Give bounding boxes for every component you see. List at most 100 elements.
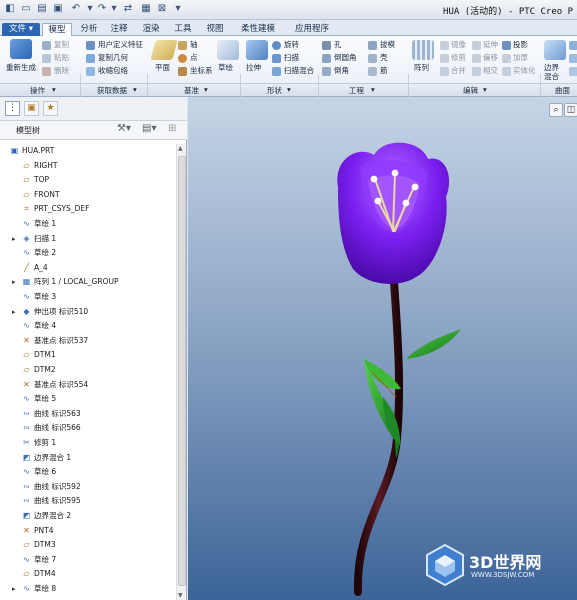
tree-item[interactable]: ∿ 草绘 4 bbox=[0, 319, 176, 333]
tree-item[interactable]: ∿ 草绘 3 bbox=[0, 290, 176, 304]
sketch-icon[interactable] bbox=[217, 40, 239, 60]
point-button[interactable]: 点 bbox=[190, 53, 198, 63]
rib-icon[interactable] bbox=[368, 67, 377, 76]
chamfer-icon[interactable] bbox=[322, 67, 331, 76]
delete-button[interactable]: 删除 bbox=[54, 66, 69, 76]
csys-icon[interactable] bbox=[178, 67, 187, 76]
surface-tool-icon[interactable] bbox=[569, 54, 577, 63]
tree-item[interactable]: ∾ 曲线 标识595 bbox=[0, 494, 176, 508]
customize-toolbar-icon[interactable]: ▾ bbox=[172, 3, 184, 15]
extrude-icon[interactable] bbox=[246, 40, 268, 60]
tab-render[interactable]: 渲染 bbox=[138, 23, 164, 36]
open-file-icon[interactable]: ▤ bbox=[36, 3, 48, 15]
windows-icon[interactable]: ▦ bbox=[140, 3, 152, 15]
shrinkwrap-button[interactable]: 收缩包络 bbox=[98, 66, 128, 76]
expand-arrow-icon[interactable]: ▸ bbox=[12, 232, 16, 246]
tree-item[interactable]: ∾ 曲线 标识563 bbox=[0, 407, 176, 421]
shell-icon[interactable] bbox=[368, 54, 377, 63]
group-get-data[interactable]: 获取数据 ▾ bbox=[81, 83, 147, 96]
axis-icon[interactable] bbox=[178, 41, 187, 50]
shell-button[interactable]: 壳 bbox=[380, 53, 388, 63]
tab-flexible-modeling[interactable]: 柔性建模 bbox=[234, 23, 282, 36]
tree-item[interactable]: ╱ A_4 bbox=[0, 261, 176, 275]
extrude-button[interactable]: 拉伸 bbox=[246, 63, 261, 73]
undo-dropdown-icon[interactable]: ▾ bbox=[84, 3, 96, 15]
boundary-blend-button[interactable]: 边界混合 bbox=[544, 63, 566, 81]
offset-button[interactable]: 偏移 bbox=[483, 53, 498, 63]
pattern-icon[interactable] bbox=[412, 40, 434, 60]
tree-item[interactable]: ▱ DTM3 bbox=[0, 538, 176, 552]
tree-item[interactable]: ▱ DTM1 bbox=[0, 348, 176, 362]
hole-button[interactable]: 孔 bbox=[334, 40, 342, 50]
filter-icon[interactable]: ⊞ bbox=[168, 123, 176, 134]
paste-icon[interactable] bbox=[42, 54, 51, 63]
scroll-down-icon[interactable]: ▼ bbox=[178, 592, 183, 599]
draft-button[interactable]: 拔模 bbox=[380, 40, 395, 50]
project-button[interactable]: 投影 bbox=[513, 40, 528, 50]
revolve-button[interactable]: 旋转 bbox=[284, 40, 299, 50]
tree-item[interactable]: ▸ ◆ 伸出项 标识510 bbox=[0, 305, 176, 319]
tree-item[interactable]: ∾ 曲线 标识566 bbox=[0, 421, 176, 435]
merge-icon[interactable] bbox=[440, 67, 449, 76]
boundary-blend-icon[interactable] bbox=[544, 40, 566, 60]
tree-item[interactable]: ▱ TOP bbox=[0, 173, 176, 187]
mirror-icon[interactable] bbox=[440, 41, 449, 50]
group-engineering[interactable]: 工程 ▾ bbox=[319, 83, 408, 96]
tree-item[interactable]: ◩ 边界混合 2 bbox=[0, 509, 176, 523]
tab-analysis[interactable]: 分析 bbox=[76, 23, 102, 36]
project-icon[interactable] bbox=[502, 41, 511, 50]
tree-item[interactable]: ▸ ∿ 草绘 8 bbox=[0, 582, 176, 596]
hole-icon[interactable] bbox=[322, 41, 331, 50]
tab-model[interactable]: 模型 bbox=[42, 23, 72, 36]
copy-icon[interactable] bbox=[42, 41, 51, 50]
tab-file[interactable]: 文件 ▾ bbox=[2, 23, 40, 36]
plane-button[interactable]: 平面 bbox=[155, 63, 170, 73]
tree-item[interactable]: ∿ 草绘 2 bbox=[0, 246, 176, 260]
app-logo-icon[interactable]: ◧ bbox=[4, 3, 16, 15]
tab-view[interactable]: 视图 bbox=[202, 23, 228, 36]
scrollbar-thumb[interactable] bbox=[178, 156, 186, 586]
tab-tools[interactable]: 工具 bbox=[170, 23, 196, 36]
copy-geometry-icon[interactable] bbox=[86, 54, 95, 63]
tree-item[interactable]: ✕ 基准点 标识537 bbox=[0, 334, 176, 348]
paste-button[interactable]: 粘贴 bbox=[54, 53, 69, 63]
regenerate-button[interactable]: 重新生成 bbox=[6, 63, 36, 73]
chamfer-button[interactable]: 倒角 bbox=[334, 66, 349, 76]
thicken-button[interactable]: 加厚 bbox=[513, 53, 528, 63]
sweep-button[interactable]: 扫描 bbox=[284, 53, 299, 63]
mirror-button[interactable]: 镜像 bbox=[451, 40, 466, 50]
pattern-button[interactable]: 阵列 bbox=[414, 63, 429, 73]
round-icon[interactable] bbox=[322, 54, 331, 63]
surface-tool-icon[interactable] bbox=[569, 67, 577, 76]
swept-blend-button[interactable]: 扫描混合 bbox=[284, 66, 314, 76]
expand-arrow-icon[interactable]: ▸ bbox=[12, 582, 16, 596]
swept-blend-icon[interactable] bbox=[272, 67, 281, 76]
axis-button[interactable]: 轴 bbox=[190, 40, 198, 50]
point-icon[interactable] bbox=[178, 54, 187, 63]
thicken-icon[interactable] bbox=[502, 54, 511, 63]
round-button[interactable]: 倒圆角 bbox=[334, 53, 357, 63]
tree-item[interactable]: ▱ DTM2 bbox=[0, 363, 176, 377]
favorites-tab-icon[interactable]: ★ bbox=[43, 101, 58, 116]
udf-icon[interactable] bbox=[86, 41, 95, 50]
expand-arrow-icon[interactable]: ▸ bbox=[12, 305, 16, 319]
regenerate-quick-icon[interactable]: ⇄ bbox=[122, 3, 134, 15]
offset-icon[interactable] bbox=[472, 54, 481, 63]
group-shapes[interactable]: 形状 ▾ bbox=[241, 83, 318, 96]
solidify-button[interactable]: 实体化 bbox=[513, 66, 536, 76]
copy-geometry-button[interactable]: 复制几何 bbox=[98, 53, 128, 63]
redo-dropdown-icon[interactable]: ▾ bbox=[108, 3, 120, 15]
tab-applications[interactable]: 应用程序 bbox=[288, 23, 336, 36]
surface-tool-icon[interactable] bbox=[569, 41, 577, 50]
extend-icon[interactable] bbox=[472, 41, 481, 50]
intersect-button[interactable]: 相交 bbox=[483, 66, 498, 76]
solidify-icon[interactable] bbox=[502, 67, 511, 76]
model-tree-tab-icon[interactable]: ⋮ bbox=[5, 101, 20, 116]
udf-button[interactable]: 用户定义特征 bbox=[98, 40, 143, 50]
tree-item[interactable]: ∿ 草绘 6 bbox=[0, 465, 176, 479]
redo-icon[interactable]: ↷ bbox=[96, 3, 108, 15]
group-surfaces[interactable]: 曲面 bbox=[541, 83, 577, 96]
tree-item[interactable]: ✂ 修剪 1 bbox=[0, 436, 176, 450]
folder-browser-tab-icon[interactable]: ▣ bbox=[24, 101, 39, 116]
expand-arrow-icon[interactable]: ▸ bbox=[12, 275, 16, 289]
